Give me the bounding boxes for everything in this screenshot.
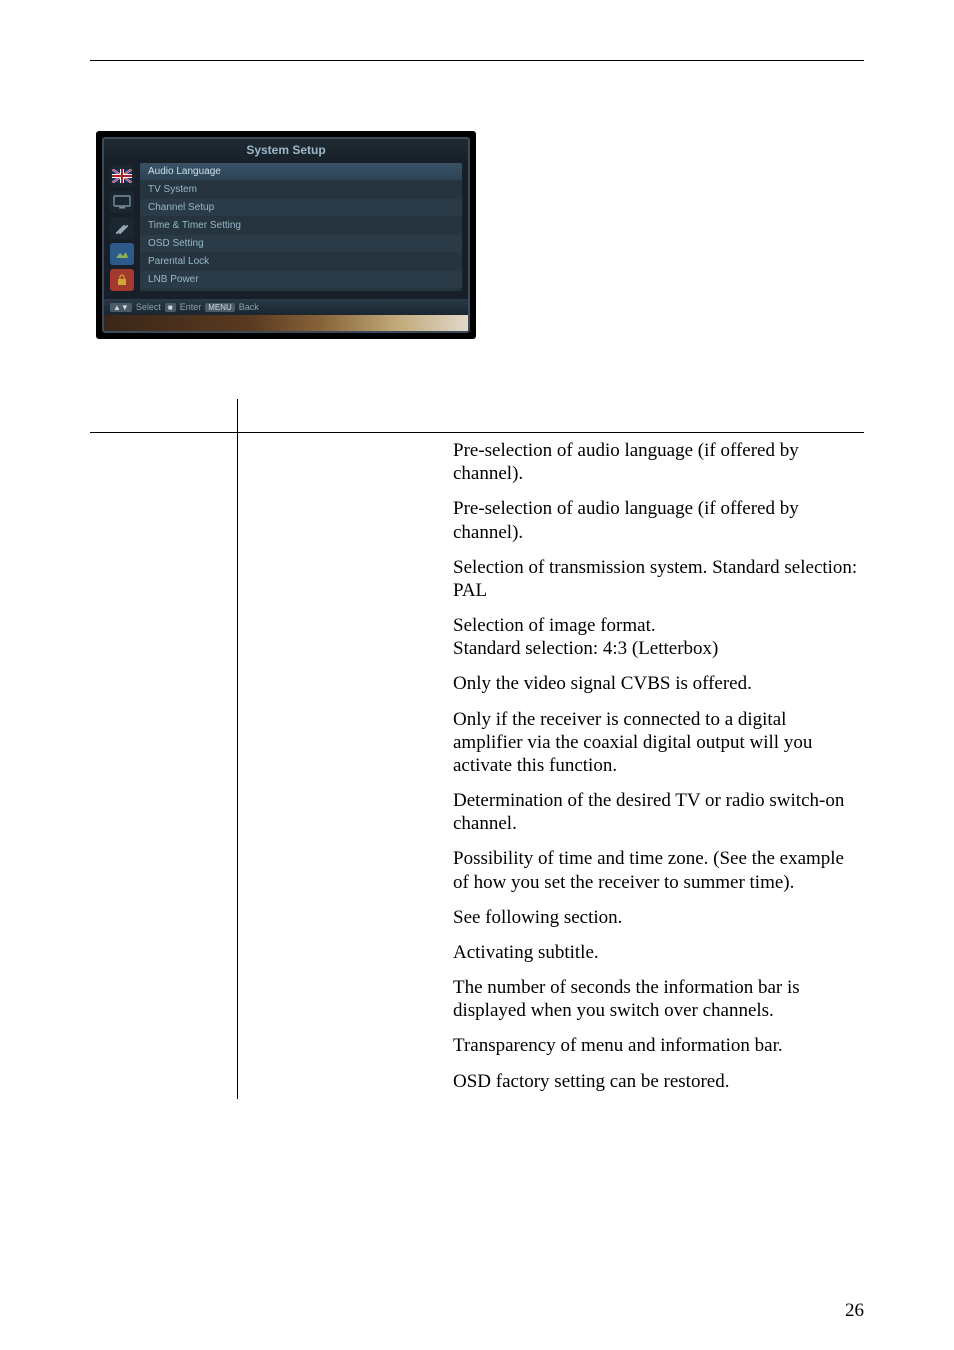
table-row: Possibility of time and time zone. (See … bbox=[90, 841, 864, 899]
hint-key-2: ■ bbox=[165, 303, 176, 312]
screenshot-body: Audio Language TV System Channel Setup T… bbox=[104, 159, 468, 299]
menu-item-lnb-power: LNB Power bbox=[140, 271, 462, 288]
desc-cell: Pre-selection of audio language (if offe… bbox=[447, 491, 864, 549]
lock-icon bbox=[110, 269, 134, 291]
screenshot-title: System Setup bbox=[104, 139, 468, 159]
table-row: The number of seconds the information ba… bbox=[90, 970, 864, 1028]
desc-cell: See following section. bbox=[447, 900, 864, 935]
table-row: Selection of image format. Standard sele… bbox=[90, 608, 864, 666]
hint-label-3: Back bbox=[239, 302, 259, 312]
monitor-icon bbox=[110, 191, 134, 213]
table-row: Only the video signal CVBS is offered. bbox=[90, 666, 864, 701]
screenshot-frame: System Setup bbox=[102, 137, 470, 333]
desc-cell: OSD factory setting can be restored. bbox=[447, 1064, 864, 1099]
vertical-divider bbox=[237, 399, 238, 1099]
hint-key-1: ▲▼ bbox=[110, 303, 132, 312]
hint-label-1: Select bbox=[136, 302, 161, 312]
desc-cell: Pre-selection of audio language (if offe… bbox=[447, 433, 864, 491]
menu-item-parental-lock: Parental Lock bbox=[140, 253, 462, 270]
table-row: Activating subtitle. bbox=[90, 935, 864, 970]
table-row: Pre-selection of audio language (if offe… bbox=[90, 491, 864, 549]
table-row: Pre-selection of audio language (if offe… bbox=[90, 433, 864, 491]
screenshot-bottom-strip bbox=[104, 315, 468, 331]
desc-cell: Only if the receiver is connected to a d… bbox=[447, 702, 864, 784]
table-row: See following section. bbox=[90, 900, 864, 935]
desc-cell: Possibility of time and time zone. (See … bbox=[447, 841, 864, 899]
table-body: Pre-selection of audio language (if offe… bbox=[90, 433, 864, 1099]
desc-cell: Determination of the desired TV or radio… bbox=[447, 783, 864, 841]
desc-cell: Activating subtitle. bbox=[447, 935, 864, 970]
menu-item-audio-language: Audio Language bbox=[140, 163, 462, 180]
table-row: Transparency of menu and information bar… bbox=[90, 1028, 864, 1063]
table-header-row bbox=[90, 399, 864, 433]
table-row: Selection of transmission system. Standa… bbox=[90, 550, 864, 608]
uk-flag-icon bbox=[110, 165, 134, 187]
desc-cell: The number of seconds the information ba… bbox=[447, 970, 864, 1028]
screenshot-menu-list: Audio Language TV System Channel Setup T… bbox=[140, 163, 462, 291]
desc-cell: Transparency of menu and information bar… bbox=[447, 1028, 864, 1063]
document-page: System Setup bbox=[0, 0, 954, 1350]
desc-cell: Selection of image format. Standard sele… bbox=[447, 608, 864, 666]
description-table: Pre-selection of audio language (if offe… bbox=[90, 399, 864, 1099]
table-row: OSD factory setting can be restored. bbox=[90, 1064, 864, 1099]
picture-icon bbox=[110, 243, 134, 265]
table-row: Only if the receiver is connected to a d… bbox=[90, 702, 864, 784]
desc-cell: Selection of transmission system. Standa… bbox=[447, 550, 864, 608]
horizontal-rule-top bbox=[90, 60, 864, 61]
hint-key-3: MENU bbox=[205, 303, 235, 312]
tools-icon bbox=[110, 217, 134, 239]
table-row: Determination of the desired TV or radio… bbox=[90, 783, 864, 841]
screenshot-hint-bar: ▲▼ Select ■ Enter MENU Back bbox=[104, 299, 468, 315]
hint-label-2: Enter bbox=[180, 302, 202, 312]
menu-item-tv-system: TV System bbox=[140, 181, 462, 198]
menu-item-time-timer: Time & Timer Setting bbox=[140, 217, 462, 234]
desc-cell: Only the video signal CVBS is offered. bbox=[447, 666, 864, 701]
menu-item-osd-setting: OSD Setting bbox=[140, 235, 462, 252]
embedded-screenshot: System Setup bbox=[96, 131, 476, 339]
page-number: 26 bbox=[845, 1300, 864, 1322]
screenshot-icon-column bbox=[110, 163, 134, 291]
menu-item-channel-setup: Channel Setup bbox=[140, 199, 462, 216]
